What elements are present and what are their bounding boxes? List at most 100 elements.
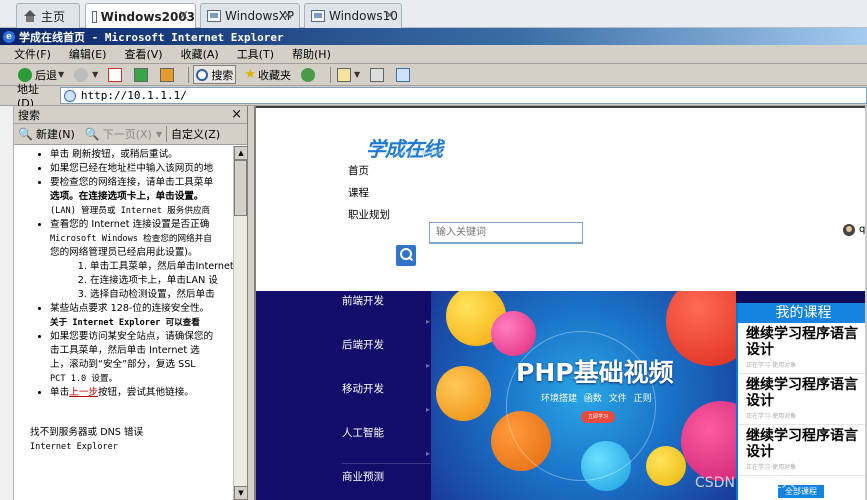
course-title: 继续学习程序语言设计 — [746, 377, 858, 409]
favorites-label: 收藏夹 — [257, 68, 291, 82]
list-item: 单击 刷新按钮，或稍后重试。 — [50, 148, 234, 162]
chevron-down-icon[interactable]: ▼ — [354, 70, 360, 79]
banner-learn-button[interactable]: 立即学习 — [581, 411, 615, 423]
window-title-bar: e 学成在线首页 - Microsoft Internet Explorer — [0, 28, 867, 45]
menu-edit[interactable]: 编辑(E) — [69, 46, 107, 62]
web-content: 学成在线 让你学习 · 学有所成 首页 课程 职业规划 q 前端开发 后端开发 … — [254, 106, 867, 500]
print-button[interactable] — [368, 65, 388, 84]
new-search-button[interactable]: 新建(N) — [36, 126, 75, 142]
vm-tab-home[interactable]: 主页 — [16, 3, 80, 28]
scroll-down-icon[interactable]: ▼ — [234, 486, 248, 500]
list-item: 查看您的 Internet 连接设置是否正确Microsoft Windows … — [50, 218, 234, 302]
chevron-down-icon[interactable]: ▼ — [92, 70, 98, 79]
menu-tools[interactable]: 工具(T) — [237, 46, 274, 62]
search-pane-header: 搜索 × — [14, 106, 247, 124]
error-title: 找不到服务器或 DNS 错误 — [30, 427, 144, 438]
next-page-button[interactable]: 下一页(X) — [103, 126, 152, 142]
list-item: 在连接选项卡上，单击LAN 设 — [90, 274, 234, 288]
toolbar-divider — [166, 126, 167, 142]
toolbar-divider — [188, 66, 190, 83]
mail-icon — [336, 67, 351, 82]
course-item[interactable]: 继续学习程序语言设计 正在学习-使用对象 — [738, 323, 867, 374]
address-input[interactable]: http://10.1.1.1/ — [59, 87, 867, 104]
stop-button[interactable] — [106, 65, 126, 84]
close-icon[interactable]: × — [178, 8, 189, 23]
menu-help[interactable]: 帮助(H) — [292, 46, 331, 62]
menu-view[interactable]: 查看(V) — [124, 46, 162, 62]
site-header: 学成在线 让你学习 · 学有所成 首页 课程 职业规划 q — [256, 106, 867, 291]
list-item: 单击工具菜单，然后单击Internet — [90, 260, 234, 274]
course-item[interactable]: 继续学习程序语言设计 正在学习-使用对象 — [738, 374, 867, 425]
decor-bubble — [681, 401, 736, 481]
error-source: Internet Explorer — [30, 442, 118, 452]
search-button[interactable]: 搜索 — [193, 65, 237, 84]
close-icon[interactable]: × — [282, 8, 293, 23]
list-item: 选择自动检测设置，然后单击 — [90, 288, 234, 302]
menu-favorites[interactable]: 收藏(A) — [181, 46, 219, 62]
decor-bubble — [646, 446, 686, 486]
list-item: 要检查您的网络连接，请单击工具菜单选项。在连接选项卡上，单击设置。(LAN) 管… — [50, 176, 234, 218]
print-icon — [370, 67, 385, 82]
mail-button[interactable]: ▼ — [335, 65, 362, 84]
chevron-right-icon: ▸ — [426, 405, 431, 414]
vm-tab-windowsxp[interactable]: WindowsXP × — [200, 3, 300, 28]
category-mobile[interactable]: 移动开发 — [342, 381, 384, 396]
chevron-down-icon[interactable]: ▼ — [58, 70, 64, 79]
decor-bubble — [436, 366, 491, 421]
my-courses-panel: 我的课程 继续学习程序语言设计 正在学习-使用对象 继续学习程序语言设计 正在学… — [736, 303, 867, 500]
back-link[interactable]: 上一步 — [69, 387, 98, 398]
chevron-down-icon[interactable]: ▼ — [156, 130, 162, 139]
category-list: 前端开发 后端开发 移动开发 人工智能 商业预测 ▸ ▸ ▸ ▸ — [256, 291, 431, 500]
category-frontend[interactable]: 前端开发 — [342, 293, 384, 308]
close-icon[interactable]: × — [231, 107, 242, 122]
history-button[interactable] — [299, 65, 320, 84]
edit-page-icon — [396, 67, 411, 82]
course-status: 正在学习-使用对象 — [746, 413, 797, 420]
chevron-right-icon: ▸ — [426, 361, 431, 370]
forward-button[interactable]: ▼ — [72, 65, 100, 84]
vm-icon — [207, 10, 221, 22]
window-title: 学成在线首页 - Microsoft Internet Explorer — [19, 30, 284, 44]
favorites-button[interactable]: ★ 收藏夹 — [242, 65, 293, 84]
back-arrow-icon — [18, 67, 32, 82]
nav-career[interactable]: 职业规划 — [348, 207, 390, 222]
course-status: 正在学习-使用对象 — [746, 464, 797, 471]
edit-button[interactable] — [394, 65, 414, 84]
scroll-thumb[interactable] — [234, 160, 247, 216]
search-pane-scrollbar[interactable]: ▲ ▼ — [233, 146, 248, 500]
close-icon[interactable]: × — [384, 8, 395, 23]
vm-tab-windows10[interactable]: Windows10 × — [304, 3, 402, 28]
course-item[interactable]: 继续学习程序语言设计 正在学习-使用对象 — [738, 425, 867, 476]
refresh-icon — [134, 67, 149, 82]
ie-logo-icon: e — [3, 30, 15, 43]
stop-icon — [108, 67, 123, 82]
watermark: CSDN @正经人 — [695, 475, 796, 491]
vm-tab-strip: 主页 Windows2003 × WindowsXP × Windows10 × — [0, 0, 867, 29]
hero-band: 前端开发 后端开发 移动开发 人工智能 商业预测 ▸ ▸ ▸ ▸ PHP基础视频… — [256, 291, 867, 500]
error-footer: 找不到服务器或 DNS 错误 Internet Explorer — [30, 426, 234, 454]
scroll-up-icon[interactable]: ▲ — [234, 146, 248, 160]
course-title: 继续学习程序语言设计 — [746, 428, 858, 460]
site-search-button[interactable] — [396, 245, 416, 266]
list-item: 单击上一步按钮，尝试其他链接。 — [50, 386, 234, 400]
category-business[interactable]: 商业预测 — [342, 469, 384, 484]
standard-toolbar: 后退 ▼ ▼ 搜索 ★ 收藏夹 ▼ — [0, 64, 867, 86]
vm-tab-windows2003[interactable]: Windows2003 × — [85, 3, 196, 29]
refresh-button[interactable] — [132, 65, 152, 84]
home-button[interactable] — [158, 65, 178, 84]
site-logo[interactable]: 学成在线 让你学习 · 学有所成 — [366, 133, 443, 162]
nav-home[interactable]: 首页 — [348, 163, 369, 178]
category-backend[interactable]: 后端开发 — [342, 337, 384, 352]
menu-file[interactable]: 文件(F) — [14, 46, 51, 62]
nav-courses[interactable]: 课程 — [348, 185, 369, 200]
search-icon — [196, 68, 209, 81]
list-item: 某些站点要求 128-位的连接安全性。关于 Internet Explorer … — [50, 302, 234, 330]
search-pane-title: 搜索 — [18, 108, 40, 122]
history-icon — [300, 67, 315, 82]
page-icon — [63, 89, 76, 102]
category-ai[interactable]: 人工智能 — [342, 425, 384, 440]
customize-button[interactable]: 自定义(Z) — [171, 126, 220, 142]
hero-banner[interactable]: PHP基础视频 环境搭建 函数 文件 正则 立即学习 — [431, 291, 736, 500]
site-search-input[interactable] — [429, 222, 583, 244]
avatar[interactable] — [843, 224, 855, 236]
